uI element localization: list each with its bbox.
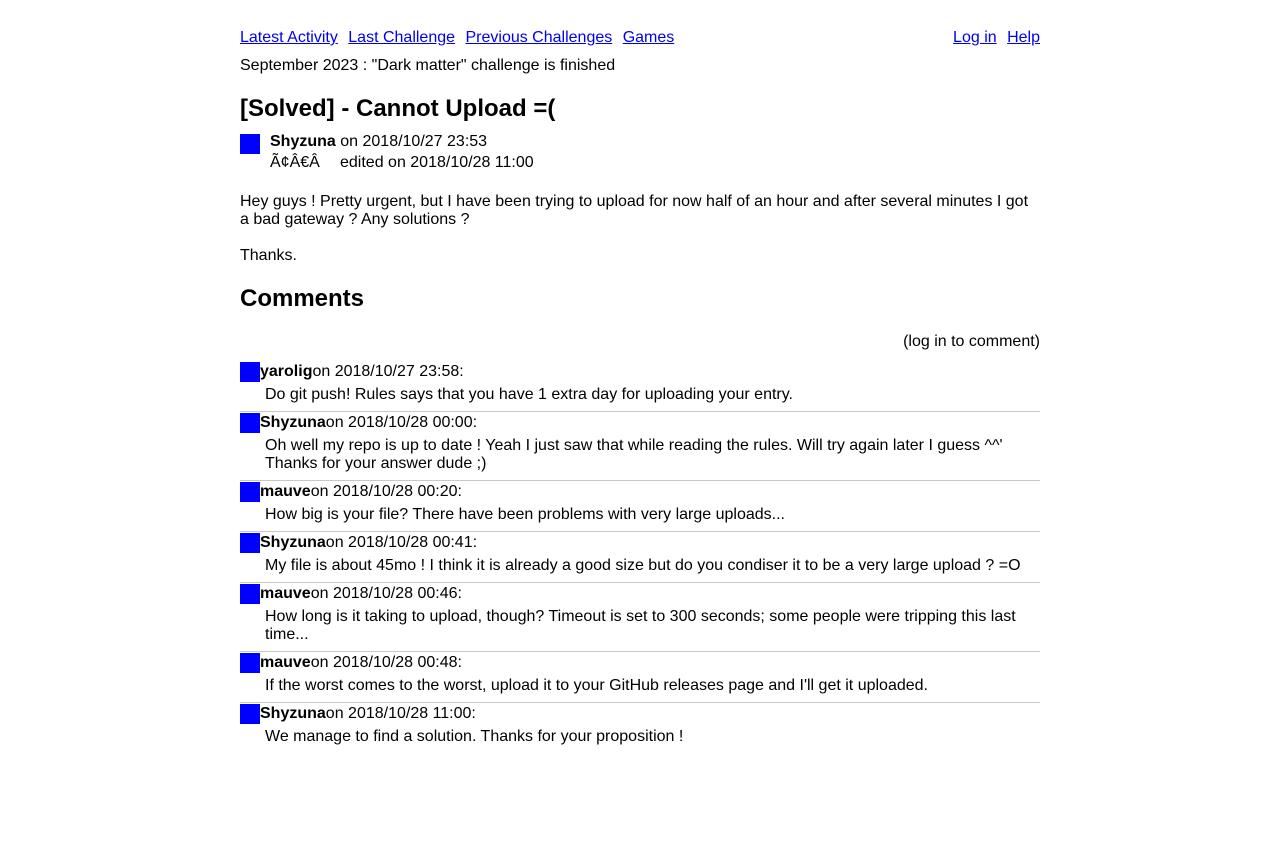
comment-avatar[interactable] [240, 413, 260, 433]
comment: Shyzuna on 2018/10/28 00:00: Oh well my r… [240, 412, 1040, 481]
nav-last-challenge[interactable]: Last Challenge [348, 29, 455, 46]
comment-text: How long is it taking to upload, though?… [265, 608, 1016, 643]
comment-header: Shyzuna on 2018/10/28 00:41: [240, 533, 1040, 553]
comment-text: If the worst comes to the worst, upload … [265, 677, 928, 694]
comments-list: yarolig on 2018/10/27 23:58: Do git push!… [240, 361, 1040, 753]
nav-latest-activity[interactable]: Latest Activity [240, 29, 338, 46]
comment-user[interactable]: Shyzuna [260, 704, 326, 724]
comment-text: My file is about 45mo ! I think it is al… [265, 557, 1021, 574]
comment-header: mauve on 2018/10/28 00:48: [240, 653, 1040, 673]
comment-text: How big is your file? There have been pr… [265, 506, 785, 523]
post-body-paragraph: Hey guys ! Pretty urgent, but I have bee… [240, 193, 1029, 228]
comment-text: Do git push! Rules says that you have 1 … [265, 386, 793, 403]
comment-avatar[interactable] [240, 704, 260, 724]
comment-avatar[interactable] [240, 482, 260, 502]
nav-previous-challenges[interactable]: Previous Challenges [465, 29, 612, 46]
nav-help[interactable]: Help [1007, 29, 1040, 46]
comment-user[interactable]: Shyzuna [260, 413, 326, 433]
comment-header: Shyzuna on 2018/10/28 00:00: [240, 413, 1040, 433]
nav-left: Latest Activity Last Challenge Previous … [240, 29, 680, 47]
author-avatar[interactable] [240, 134, 260, 154]
post-title: [Solved] - Cannot Upload =( [240, 95, 556, 122]
comment-avatar[interactable] [240, 584, 260, 604]
comment-date: on 2018/10/28 00:00: [325, 414, 478, 431]
comment-header: mauve on 2018/10/28 00:46: [240, 584, 1040, 604]
comment-user[interactable]: Shyzuna [260, 533, 326, 553]
comment: mauve on 2018/10/28 00:20: How big is you… [240, 481, 1040, 532]
nav-games[interactable]: Games [623, 29, 675, 46]
login-to-comment-note: (log in to comment) [903, 333, 1040, 350]
comment-avatar[interactable] [240, 362, 260, 382]
comment-date: on 2018/10/28 00:46: [310, 585, 462, 602]
comment-user[interactable]: yarolig [260, 362, 312, 382]
nav-right: Log in Help [947, 29, 1040, 47]
post-date: on 2018/10/27 23:53 [340, 133, 488, 150]
post-author[interactable]: Shyzuna [270, 133, 336, 150]
post-body-paragraph: Thanks. [240, 247, 297, 264]
comment: Shyzuna on 2018/10/28 11:00: We manage to… [240, 703, 1040, 753]
post-meta-edited: Ã¢Â€Â edited on 2018/10/28 11:00 [270, 154, 534, 172]
comment-avatar[interactable] [240, 653, 260, 673]
comment: mauve on 2018/10/28 00:48: If the worst c… [240, 652, 1040, 703]
comment-date: on 2018/10/28 11:00: [325, 705, 476, 722]
comment-text: We manage to find a solution. Thanks for… [265, 728, 684, 745]
comment: Shyzuna on 2018/10/28 00:41: My file is a… [240, 532, 1040, 583]
comment-header: yarolig on 2018/10/27 23:58: [240, 362, 1040, 382]
comment-date: on 2018/10/27 23:58: [312, 363, 464, 380]
comment-user[interactable]: mauve [260, 482, 311, 502]
comment-avatar[interactable] [240, 533, 260, 553]
comment-date: on 2018/10/28 00:48: [310, 654, 462, 671]
nav-log-in[interactable]: Log in [953, 29, 997, 46]
post-edited: edited on 2018/10/28 11:00 [340, 154, 534, 171]
post-meta-posted: Shyzuna on 2018/10/27 23:53 [270, 133, 487, 151]
comment-user[interactable]: mauve [260, 584, 311, 604]
comment-date: on 2018/10/28 00:41: [325, 534, 478, 551]
top-nav: Latest Activity Last Challenge Previous … [240, 29, 1040, 49]
announcement: September 2023 : "Dark matter" challenge… [240, 57, 616, 74]
comment-header: Shyzuna on 2018/10/28 11:00: [240, 704, 1040, 724]
comment: yarolig on 2018/10/27 23:58: Do git push!… [240, 361, 1040, 412]
comments-heading: Comments [240, 285, 365, 312]
garbled-text: Ã¢Â€Â [270, 154, 320, 171]
comment-user[interactable]: mauve [260, 653, 311, 673]
post-author-block: Shyzuna on 2018/10/27 23:53 Ã¢Â€Â edited … [240, 133, 1040, 177]
comment-header: mauve on 2018/10/28 00:20: [240, 482, 1040, 502]
comment-text: Oh well my repo is up to date ! Yeah I j… [265, 437, 1003, 472]
comment-date: on 2018/10/28 00:20: [310, 483, 462, 500]
comment: mauve on 2018/10/28 00:46: How long is it… [240, 583, 1040, 652]
